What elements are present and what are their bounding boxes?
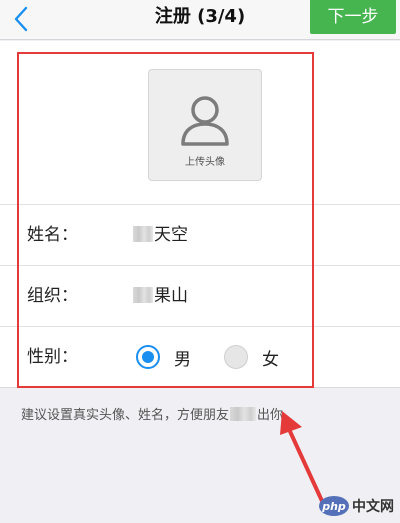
organization-value: 果山: [154, 286, 188, 306]
name-label: 姓名：: [27, 225, 78, 245]
organization-field[interactable]: 果山: [133, 266, 188, 326]
registration-form: 上传头像 姓名： 天空 组织： 果山 性别： 男 女: [0, 41, 400, 388]
name-value: 天空: [154, 225, 188, 245]
navigation-bar: 注册 (3/4) 下一步: [0, 0, 400, 40]
gender-option-male[interactable]: 男: [136, 344, 191, 370]
hint-text: 建议设置真实头像、姓名，方便朋友 出你。: [21, 404, 296, 423]
gender-option-label: 女: [262, 349, 279, 370]
name-row[interactable]: 姓名： 天空: [0, 204, 400, 266]
gender-option-label: 男: [174, 349, 191, 370]
redacted-text: [133, 287, 153, 303]
watermark-text: 中文网: [352, 499, 394, 515]
next-step-button[interactable]: 下一步: [310, 0, 396, 34]
gender-row: 性别： 男 女: [0, 326, 400, 388]
hint-text-start: 建议设置真实头像、姓名，方便朋友: [21, 408, 230, 423]
redacted-text: [230, 407, 257, 421]
organization-row[interactable]: 组织： 果山: [0, 265, 400, 327]
radio-checked-icon: [136, 345, 160, 369]
watermark-badge: php: [319, 496, 349, 516]
name-field[interactable]: 天空: [133, 205, 188, 265]
hint-text-end: 出你。: [257, 408, 297, 423]
organization-label: 组织：: [27, 286, 78, 306]
upload-avatar-button[interactable]: 上传头像: [148, 69, 262, 181]
watermark-logo: php 中文网: [319, 493, 394, 519]
avatar-upload-label: 上传头像: [185, 157, 225, 168]
gender-option-female[interactable]: 女: [224, 344, 279, 370]
user-icon: [181, 96, 229, 146]
gender-label: 性别：: [27, 347, 78, 367]
redacted-text: [133, 226, 153, 242]
radio-unchecked-icon: [224, 345, 248, 369]
